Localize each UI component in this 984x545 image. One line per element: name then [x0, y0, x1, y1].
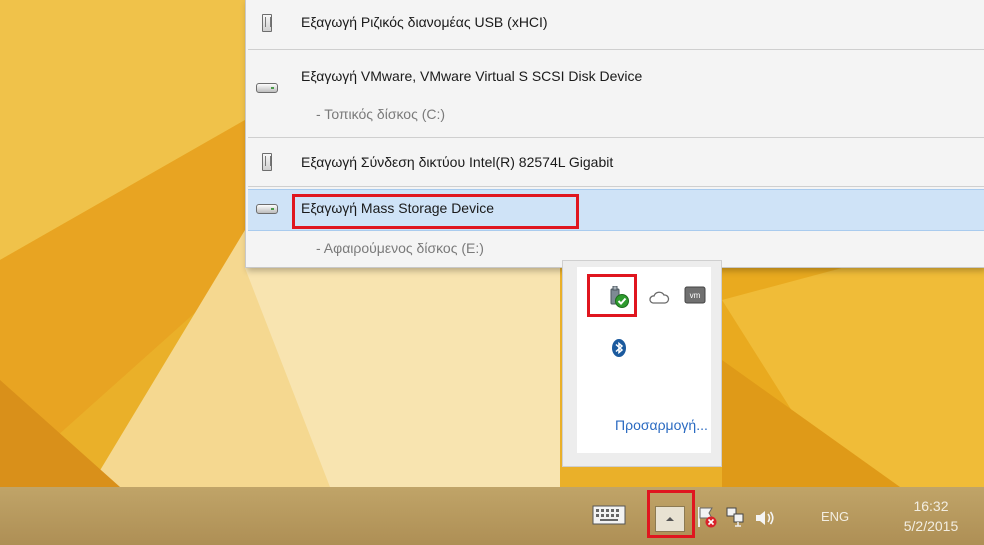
menu-item-eject-intel-network[interactable]: Εξαγωγή Σύνδεση δικτύου Intel(R) 82574L …	[246, 146, 984, 182]
menu-separator	[248, 49, 984, 50]
bluetooth-icon[interactable]	[607, 336, 631, 360]
touch-keyboard-icon[interactable]	[592, 505, 626, 530]
onedrive-cloud-icon[interactable]	[647, 286, 671, 310]
input-language-indicator[interactable]: ENG	[821, 509, 849, 524]
menu-item-label: Εξαγωγή Σύνδεση δικτύου Intel(R) 82574L …	[301, 154, 614, 170]
taskbar: ENG 16:32 5/2/2015	[0, 487, 984, 545]
svg-text:vm: vm	[690, 291, 701, 300]
vmware-tools-icon[interactable]: vm	[683, 284, 707, 308]
clock[interactable]: 16:32 5/2/2015	[896, 496, 966, 536]
network-icon[interactable]	[724, 505, 748, 534]
action-center-flag-icon[interactable]	[695, 504, 719, 535]
menu-item-eject-usb-root-hub[interactable]: Εξαγωγή Ριζικός διανομέας USB (xHCI)	[246, 8, 984, 38]
disk-drive-icon	[256, 83, 278, 93]
tray-overflow-flyout: vm Προσαρμογή...	[562, 260, 722, 467]
volume-icon[interactable]	[753, 506, 777, 535]
menu-item-sublabel: - Αφαιρούμενος δίσκος (E:)	[316, 240, 484, 256]
menu-item-eject-vmware-disk[interactable]: Εξαγωγή VMware, VMware Virtual S SCSI Di…	[246, 58, 984, 128]
menu-separator	[248, 186, 984, 187]
callout-show-hidden-icons	[647, 490, 695, 538]
menu-item-label: Εξαγωγή VMware, VMware Virtual S SCSI Di…	[301, 68, 643, 84]
usb-device-icon	[262, 153, 272, 171]
customize-link[interactable]: Προσαρμογή...	[615, 417, 708, 433]
menu-item-label: Εξαγωγή Ριζικός διανομέας USB (xHCI)	[301, 14, 548, 30]
callout-mass-storage-item	[292, 194, 579, 229]
menu-separator	[248, 137, 984, 138]
clock-date: 5/2/2015	[903, 518, 959, 534]
menu-item-sublabel: - Τοπικός δίσκος (C:)	[316, 106, 446, 122]
disk-drive-icon	[256, 204, 278, 214]
callout-safely-remove-icon	[587, 274, 637, 317]
clock-time: 16:32	[913, 498, 949, 514]
usb-device-icon	[262, 14, 272, 32]
